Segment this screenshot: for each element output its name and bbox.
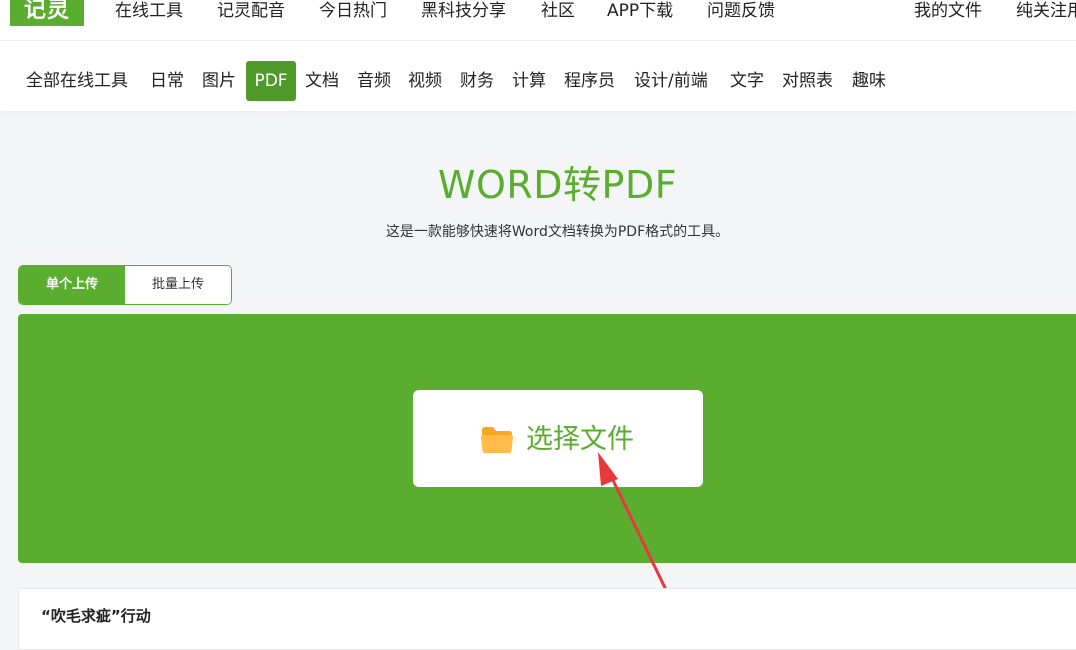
category-bar: 全部在线工具 日常 图片 PDF 文档 音频 视频 财务 计算 程序员 设计/前…	[0, 41, 1076, 111]
category-all-tools[interactable]: 全部在线工具	[26, 61, 128, 101]
select-file-button[interactable]: 选择文件	[413, 390, 703, 487]
nav-link-feedback[interactable]: 问题反馈	[707, 0, 775, 22]
select-file-label: 选择文件	[526, 424, 634, 455]
category-document[interactable]: 文档	[305, 61, 339, 101]
nav-link-my-files[interactable]: 我的文件	[914, 0, 982, 22]
tab-single-upload[interactable]: 单个上传	[19, 266, 125, 304]
nav-link-voice-over[interactable]: 记灵配音	[217, 0, 285, 22]
nav-link-online-tools[interactable]: 在线工具	[115, 0, 183, 22]
page-subtitle: 这是一款能够快速将Word文档转换为PDF格式的工具。	[385, 224, 730, 240]
upload-mode-tabs: 单个上传 批量上传	[18, 265, 232, 305]
category-audio[interactable]: 音频	[357, 61, 391, 101]
nav-link-app-download[interactable]: APP下载	[607, 0, 673, 22]
nav-link-community[interactable]: 社区	[541, 0, 575, 22]
category-finance[interactable]: 财务	[460, 61, 494, 101]
campaign-title: “吹毛求疵”行动	[41, 607, 151, 625]
nav-link-tech-share[interactable]: 黑科技分享	[421, 0, 506, 22]
folder-icon	[481, 427, 513, 453]
category-reference-table[interactable]: 对照表	[782, 61, 833, 101]
category-text[interactable]: 文字	[730, 61, 764, 101]
tab-batch-upload[interactable]: 批量上传	[125, 266, 231, 304]
category-pdf[interactable]: PDF	[246, 61, 296, 101]
page-title: WORD转PDF	[437, 163, 678, 207]
category-image[interactable]: 图片	[202, 61, 236, 101]
nav-link-trending[interactable]: 今日热门	[319, 0, 387, 22]
nav-link-follow[interactable]: 纯关注用	[1016, 0, 1076, 22]
category-daily[interactable]: 日常	[150, 61, 184, 101]
category-video[interactable]: 视频	[408, 61, 442, 101]
category-programmer[interactable]: 程序员	[564, 61, 615, 101]
campaign-panel: “吹毛求疵”行动	[18, 588, 1076, 650]
category-calculation[interactable]: 计算	[512, 61, 546, 101]
category-design-frontend[interactable]: 设计/前端	[634, 61, 708, 101]
category-fun[interactable]: 趣味	[852, 61, 886, 101]
top-nav: 记灵 在线工具 记灵配音 今日热门 黑科技分享 社区 APP下载 问题反馈 我的…	[0, 0, 1076, 41]
site-logo[interactable]: 记灵	[10, 0, 84, 26]
